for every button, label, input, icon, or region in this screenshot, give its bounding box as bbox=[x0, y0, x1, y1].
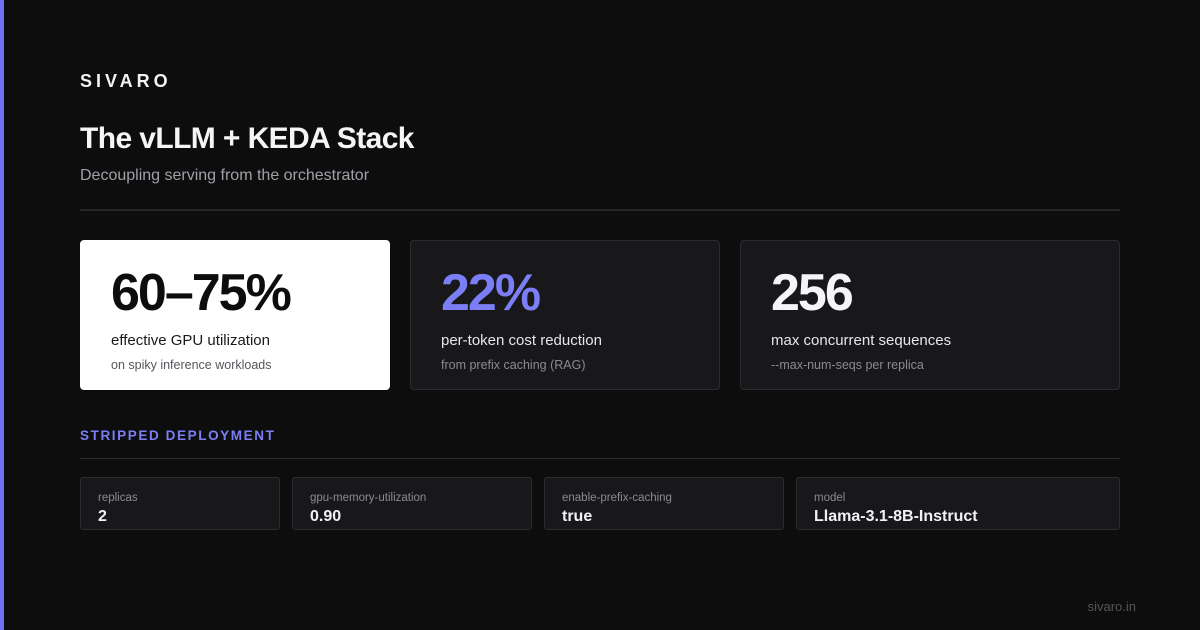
stat-caption: --max-num-seqs per replica bbox=[771, 358, 924, 372]
config-value: 2 bbox=[98, 508, 107, 525]
header-divider bbox=[80, 209, 1120, 211]
config-card-replicas: replicas 2 bbox=[80, 477, 280, 530]
config-value: true bbox=[562, 508, 593, 525]
page-subtitle: Decoupling serving from the orchestrator bbox=[80, 167, 370, 184]
stat-value: 256 bbox=[771, 264, 854, 322]
stat-value: 60–75% bbox=[111, 264, 292, 322]
stat-label: effective GPU utilization bbox=[111, 332, 270, 349]
stat-caption: from prefix caching (RAG) bbox=[441, 358, 586, 372]
footer-url: sivaro.in bbox=[1087, 599, 1136, 614]
section-heading: STRIPPED DEPLOYMENT bbox=[80, 428, 276, 443]
config-value: Llama-3.1-8B-Instruct bbox=[814, 508, 978, 525]
section-divider bbox=[80, 458, 1120, 459]
left-accent-bar bbox=[0, 0, 4, 630]
brand-logo: SIVARO bbox=[80, 71, 172, 91]
stat-card-cost-reduction: 22% per-token cost reduction from prefix… bbox=[410, 240, 720, 390]
stat-card-gpu-utilization: 60–75% effective GPU utilization on spik… bbox=[80, 240, 390, 390]
config-card-model: model Llama-3.1-8B-Instruct bbox=[796, 477, 1120, 530]
stat-label: per-token cost reduction bbox=[441, 332, 602, 349]
config-key: replicas bbox=[98, 492, 138, 504]
stat-label: max concurrent sequences bbox=[771, 332, 952, 349]
config-card-gpu-memory-utilization: gpu-memory-utilization 0.90 bbox=[292, 477, 532, 530]
stat-card-concurrent-sequences: 256 max concurrent sequences --max-num-s… bbox=[740, 240, 1120, 390]
config-key: enable-prefix-caching bbox=[562, 492, 672, 504]
stat-value: 22% bbox=[441, 264, 541, 322]
stat-caption: on spiky inference workloads bbox=[111, 358, 272, 372]
page-title: The vLLM + KEDA Stack bbox=[80, 122, 414, 155]
config-key: gpu-memory-utilization bbox=[310, 492, 427, 504]
config-key: model bbox=[814, 492, 846, 504]
config-card-enable-prefix-caching: enable-prefix-caching true bbox=[544, 477, 784, 530]
config-value: 0.90 bbox=[310, 508, 342, 525]
